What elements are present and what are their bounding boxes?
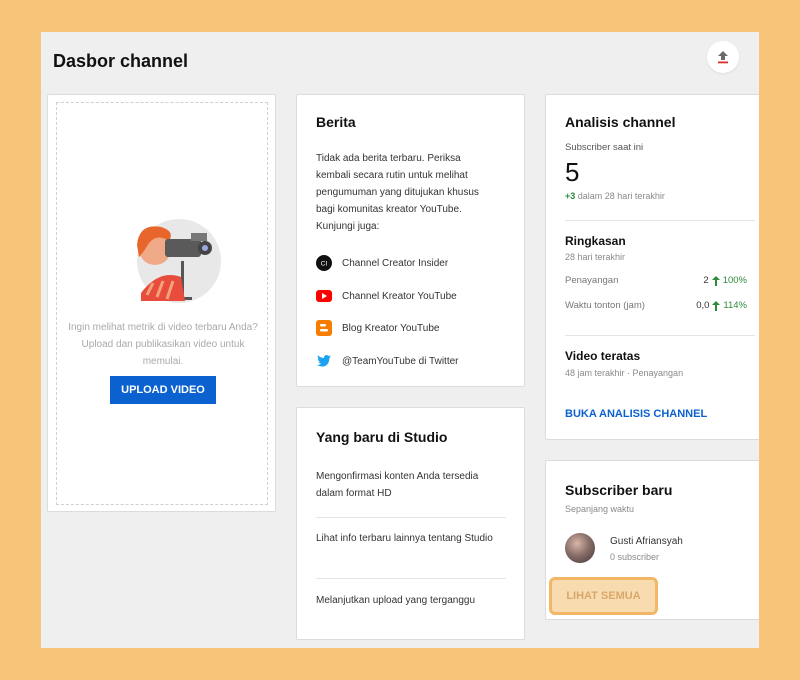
- metric-label: Waktu tonton (jam): [565, 300, 645, 311]
- arrow-up-icon: [712, 300, 721, 311]
- top-videos-title: Video teratas: [565, 349, 641, 363]
- channel-analytics-card: Analisis channel Subscriber saat ini 5 +…: [545, 94, 759, 440]
- creator-illustration: [137, 219, 221, 303]
- upload-video-card: Ingin melihat metrik di video terbaru An…: [47, 94, 276, 512]
- dashed-area: Ingin melihat metrik di video terbaru An…: [56, 102, 268, 505]
- subscribers-title: Subscriber baru: [565, 482, 673, 498]
- subscriber-count: 5: [565, 157, 580, 187]
- open-analytics-link[interactable]: BUKA ANALISIS CHANNEL: [565, 408, 707, 420]
- see-all-label: LIHAT SEMUA: [566, 590, 641, 602]
- avatar[interactable]: [565, 533, 595, 563]
- metric-change: 114%: [723, 300, 747, 311]
- news-title: Berita: [316, 114, 356, 130]
- news-link-label: Blog Kreator YouTube: [342, 322, 440, 334]
- news-body: Tidak ada berita terbaru. Periksa kembal…: [316, 153, 479, 232]
- divider: [316, 517, 506, 518]
- metric-row-views: Penayangan 2 100%: [565, 275, 747, 286]
- analytics-title: Analisis channel: [565, 114, 676, 130]
- news-link-blog[interactable]: Blog Kreator YouTube: [316, 320, 439, 336]
- news-link-twitter[interactable]: @TeamYouTube di Twitter: [316, 353, 459, 369]
- youtube-icon: [316, 288, 332, 304]
- divider: [316, 578, 506, 579]
- creator-insider-icon: CI: [316, 255, 332, 271]
- subscribers-period: Sepanjang waktu: [565, 504, 635, 514]
- news-card: Berita Tidak ada berita terbaru. Periksa…: [296, 94, 525, 387]
- news-link-label: Channel Kreator YouTube: [342, 290, 457, 302]
- studio-item[interactable]: Mengonfirmasi konten Anda tersedia dalam…: [316, 468, 506, 502]
- subscriber-label: Subscriber saat ini: [565, 142, 644, 153]
- news-link-label: Channel Creator Insider: [342, 257, 449, 269]
- metric-row-watch-time: Waktu tonton (jam) 0,0 114%: [565, 300, 747, 311]
- studio-news-card: Yang baru di Studio Mengonfirmasi konten…: [296, 407, 525, 640]
- page-title: Dasbor channel: [53, 51, 189, 71]
- metric-value: 2: [703, 275, 709, 286]
- news-link-label: @TeamYouTube di Twitter: [342, 355, 459, 367]
- svg-text:CI: CI: [321, 261, 328, 268]
- blogger-icon: [316, 320, 332, 336]
- subscriber-count-small: 0 subscriber: [610, 552, 660, 562]
- subscriber-delta: +3: [565, 191, 576, 201]
- studio-item[interactable]: Lihat info terbaru lainnya tentang Studi…: [316, 530, 506, 547]
- empty-metrics-text: Ingin melihat metrik di video terbaru An…: [68, 322, 258, 367]
- divider: [565, 220, 755, 221]
- subscriber-delta-row: +3 dalam 28 hari terakhir: [565, 191, 665, 201]
- subscriber-name[interactable]: Gusti Afriansyah: [610, 536, 683, 547]
- top-videos-sub: 48 jam terakhir · Penayangan: [565, 368, 684, 378]
- upload-button[interactable]: [707, 41, 739, 73]
- studio-item[interactable]: Melanjutkan upload yang terganggu: [316, 592, 506, 609]
- metric-label: Penayangan: [565, 275, 619, 286]
- twitter-icon: [316, 353, 332, 369]
- summary-period: 28 hari terakhir: [565, 252, 626, 262]
- summary-title: Ringkasan: [565, 234, 626, 248]
- news-link-creator-insider[interactable]: CI Channel Creator Insider: [316, 255, 448, 271]
- arrow-up-icon: [711, 275, 720, 286]
- studio-title: Yang baru di Studio: [316, 429, 448, 445]
- upload-icon: [718, 51, 728, 64]
- upload-video-button[interactable]: UPLOAD VIDEO: [110, 376, 216, 404]
- metric-change: 100%: [722, 275, 747, 286]
- news-link-youtube-channel[interactable]: Channel Kreator YouTube: [316, 288, 457, 304]
- divider: [565, 335, 755, 336]
- metric-value: 0,0: [696, 300, 710, 311]
- dashboard-frame: Dasbor channel Ingin melihat metrik di v…: [41, 32, 759, 648]
- see-all-button[interactable]: LIHAT SEMUA: [549, 577, 658, 615]
- subscriber-delta-text: dalam 28 hari terakhir: [577, 191, 665, 201]
